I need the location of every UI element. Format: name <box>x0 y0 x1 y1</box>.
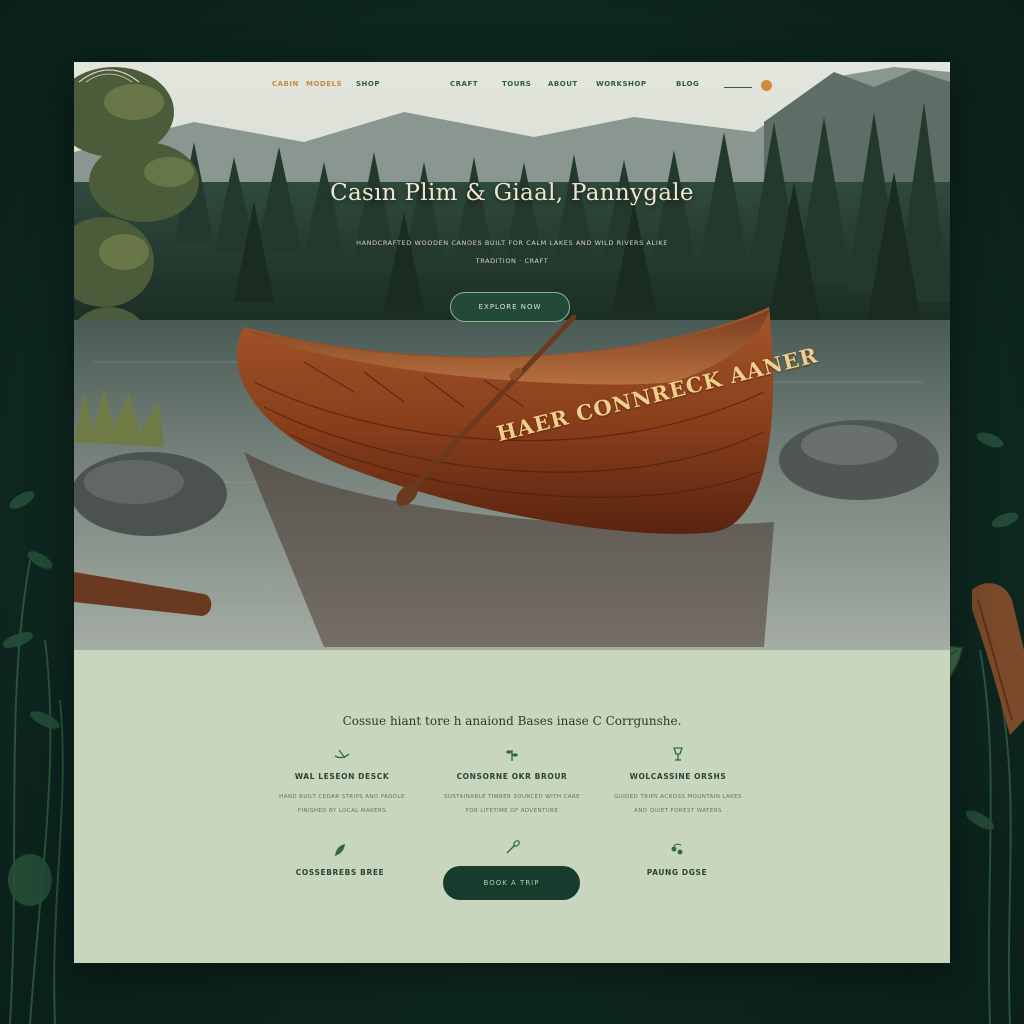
feature-title: WOLCASSINE ORSHS <box>629 772 727 781</box>
website-page: CABIN MODELS SHOP CRAFT TOURS ABOUT WORK… <box>74 62 950 963</box>
feature-description: GUIDED TRIPS ACROSS MOUNTAIN LAKES AND QU… <box>614 794 742 814</box>
feature-item-2: CONSORNE OKR BROUR SUSTAINABLE TIMBER SO… <box>422 746 602 818</box>
feature-description: HAND BUILT CEDAR STRIPS AND PADDLE FINISH… <box>279 794 405 814</box>
nav-link-6[interactable]: ABOUT <box>548 80 578 88</box>
nav-link-4[interactable]: CRAFT <box>450 80 478 88</box>
feature-item-6: PAUNG DGSE <box>587 842 767 877</box>
user-avatar-icon[interactable] <box>761 80 772 91</box>
hero-subtitle-line2: TRADITION · CRAFT <box>475 257 549 265</box>
features-heading: Cossue hiant tore h anaiond Bases inase … <box>342 714 682 728</box>
leaf-icon <box>335 844 345 856</box>
sprout-icon <box>506 750 518 761</box>
nav-divider <box>724 87 752 88</box>
paddle-icon <box>506 840 520 854</box>
feature-title: PAUNG DGSE <box>646 868 708 877</box>
canoe-icon <box>334 749 350 759</box>
nav-link-7[interactable]: WORKSHOP <box>596 80 646 88</box>
feature-item-3: WOLCASSINE ORSHS GUIDED TRIPS ACROSS MOU… <box>588 746 768 818</box>
goblet-icon <box>673 747 683 761</box>
nav-link-2[interactable]: MODELS <box>306 80 342 88</box>
hero-title: Casın Plim & Giaal, Pannygale <box>330 180 694 206</box>
feature-item-4: COSSEBREBS BREE <box>250 842 430 877</box>
brand-emblem-icon <box>78 69 140 83</box>
top-navigation: CABIN MODELS SHOP CRAFT TOURS ABOUT WORK… <box>74 76 950 96</box>
berry-icon <box>671 843 683 855</box>
nav-link-8[interactable]: BLOG <box>676 80 699 88</box>
nav-link-5[interactable]: TOURS <box>502 80 531 88</box>
feature-description: SUSTAINABLE TIMBER SOURCED WITH CARE FOR … <box>443 794 581 814</box>
nav-link-1[interactable]: CABIN <box>272 80 299 88</box>
feature-item-5 <box>422 840 602 856</box>
hero-section: CABIN MODELS SHOP CRAFT TOURS ABOUT WORK… <box>74 62 950 650</box>
feature-item-1: WAL LESEON DESCK HAND BUILT CEDAR STRIPS… <box>252 746 432 818</box>
features-cta-button[interactable]: BOOK A TRIP <box>443 866 580 900</box>
hero-subtitle-line1: HANDCRAFTED WOODEN CANOES BUILT FOR CALM… <box>356 239 668 247</box>
hero-landscape-image <box>74 62 950 650</box>
nav-link-3[interactable]: SHOP <box>356 80 380 88</box>
feature-title: COSSEBREBS BREE <box>295 868 385 877</box>
features-section: Cossue hiant tore h anaiond Bases inase … <box>74 650 950 963</box>
feature-title: WAL LESEON DESCK <box>294 772 390 781</box>
feature-title: CONSORNE OKR BROUR <box>456 772 568 781</box>
hero-cta-button[interactable]: EXPLORE NOW <box>450 292 570 322</box>
